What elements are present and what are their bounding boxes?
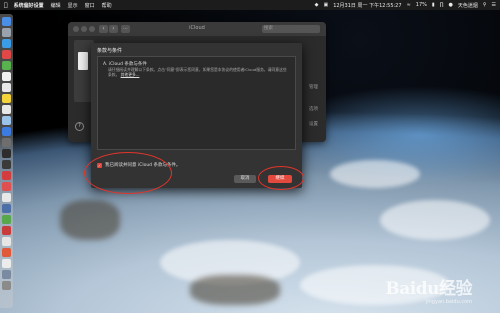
app-icon[interactable] <box>2 61 11 70</box>
dock <box>0 14 13 308</box>
menu-bar:  系统偏好设置 编辑 显示 窗口 帮助 ◆ ▣ 12月31日 周一 下午12:… <box>0 0 500 10</box>
annotation-circle-button <box>258 166 304 190</box>
notes-icon[interactable] <box>2 83 11 92</box>
menu-view[interactable]: 显示 <box>68 2 78 9</box>
wallpaper-cloud <box>330 160 420 188</box>
app-icon[interactable] <box>2 193 11 202</box>
display-icon[interactable]: ▣ <box>323 2 328 8</box>
downloads-icon[interactable] <box>2 270 11 279</box>
stickies-icon[interactable] <box>2 94 11 103</box>
battery-percent[interactable]: 17% <box>416 2 427 8</box>
terms-text-area[interactable]: A. iCloud 条款与条件 请仔细阅读并理解以下条款。点击"同意"即表示您同… <box>97 56 296 150</box>
window-titlebar: ‹ › ⋯ iCloud 搜索 <box>68 22 326 36</box>
app-icon[interactable] <box>2 248 11 257</box>
bluetooth-icon[interactable]: ∏ <box>440 2 444 8</box>
settings-label[interactable]: 设置 <box>309 121 318 127</box>
wallpaper-land <box>60 200 120 240</box>
app-icon[interactable] <box>2 160 11 169</box>
watermark-logo: Baidu经验 <box>385 279 472 299</box>
app-icon[interactable] <box>2 215 11 224</box>
user-icon[interactable]: ● <box>448 2 452 8</box>
search-input[interactable]: 搜索 <box>262 25 320 33</box>
trash-icon[interactable] <box>2 281 11 290</box>
menu-edit[interactable]: 编辑 <box>51 2 61 9</box>
menu-help[interactable]: 帮助 <box>102 2 112 9</box>
cancel-button[interactable]: 取消 <box>234 175 256 183</box>
wallpaper-land <box>190 275 280 305</box>
launchpad-icon[interactable] <box>2 28 11 37</box>
menu-icon[interactable]: ☰ <box>492 2 496 8</box>
reminders-icon[interactable] <box>2 105 11 114</box>
account-picture <box>78 52 88 70</box>
photos-icon[interactable] <box>2 116 11 125</box>
app-icon[interactable] <box>2 204 11 213</box>
menu-window[interactable]: 窗口 <box>85 2 95 9</box>
search-icon[interactable]: ⚲ <box>483 2 487 8</box>
clock[interactable]: 12月31日 周一 下午12:55:27 <box>333 2 401 9</box>
battery-icon[interactable]: ▮ <box>432 2 435 8</box>
dialog-title: 条款与条件 <box>97 48 123 54</box>
wifi-icon[interactable]: ≈ <box>407 2 411 8</box>
apple-icon[interactable]:  <box>4 2 8 9</box>
calendar-icon[interactable] <box>2 72 11 81</box>
app-icon[interactable] <box>2 171 11 180</box>
app-store-icon[interactable] <box>2 127 11 136</box>
app-icon[interactable] <box>2 237 11 246</box>
menu-app-name[interactable]: 系统偏好设置 <box>14 2 44 9</box>
terms-more-link[interactable]: 其他更多... <box>121 72 140 77</box>
wallpaper-cloud <box>380 200 490 240</box>
system-preferences-icon[interactable] <box>2 138 11 147</box>
watermark: Baidu经验 jingyan.baidu.com <box>385 274 472 305</box>
terms-body: 请仔细阅读并理解以下条款。点击"同意"即表示您同意，如果您是本协议的使用者iCl… <box>108 67 288 77</box>
dropbox-icon[interactable]: ◆ <box>315 2 319 8</box>
app-icon[interactable] <box>2 182 11 191</box>
app-icon[interactable] <box>2 50 11 59</box>
app-icon[interactable] <box>2 259 11 268</box>
app-icon[interactable] <box>2 226 11 235</box>
watermark-url: jingyan.baidu.com <box>425 299 472 305</box>
safari-icon[interactable] <box>2 39 11 48</box>
user-name[interactable]: 天色迷烟 <box>458 2 478 9</box>
finder-icon[interactable] <box>2 17 11 26</box>
terminal-icon[interactable] <box>2 149 11 158</box>
help-button[interactable]: ? <box>75 122 84 131</box>
status-area: ◆ ▣ 12月31日 周一 下午12:55:27 ≈ 17% ▮ ∏ ● 天色迷… <box>310 0 496 10</box>
options-label[interactable]: 选项 <box>309 106 318 112</box>
annotation-circle-checkbox <box>84 152 172 194</box>
manage-label[interactable]: 管理 <box>309 84 318 90</box>
